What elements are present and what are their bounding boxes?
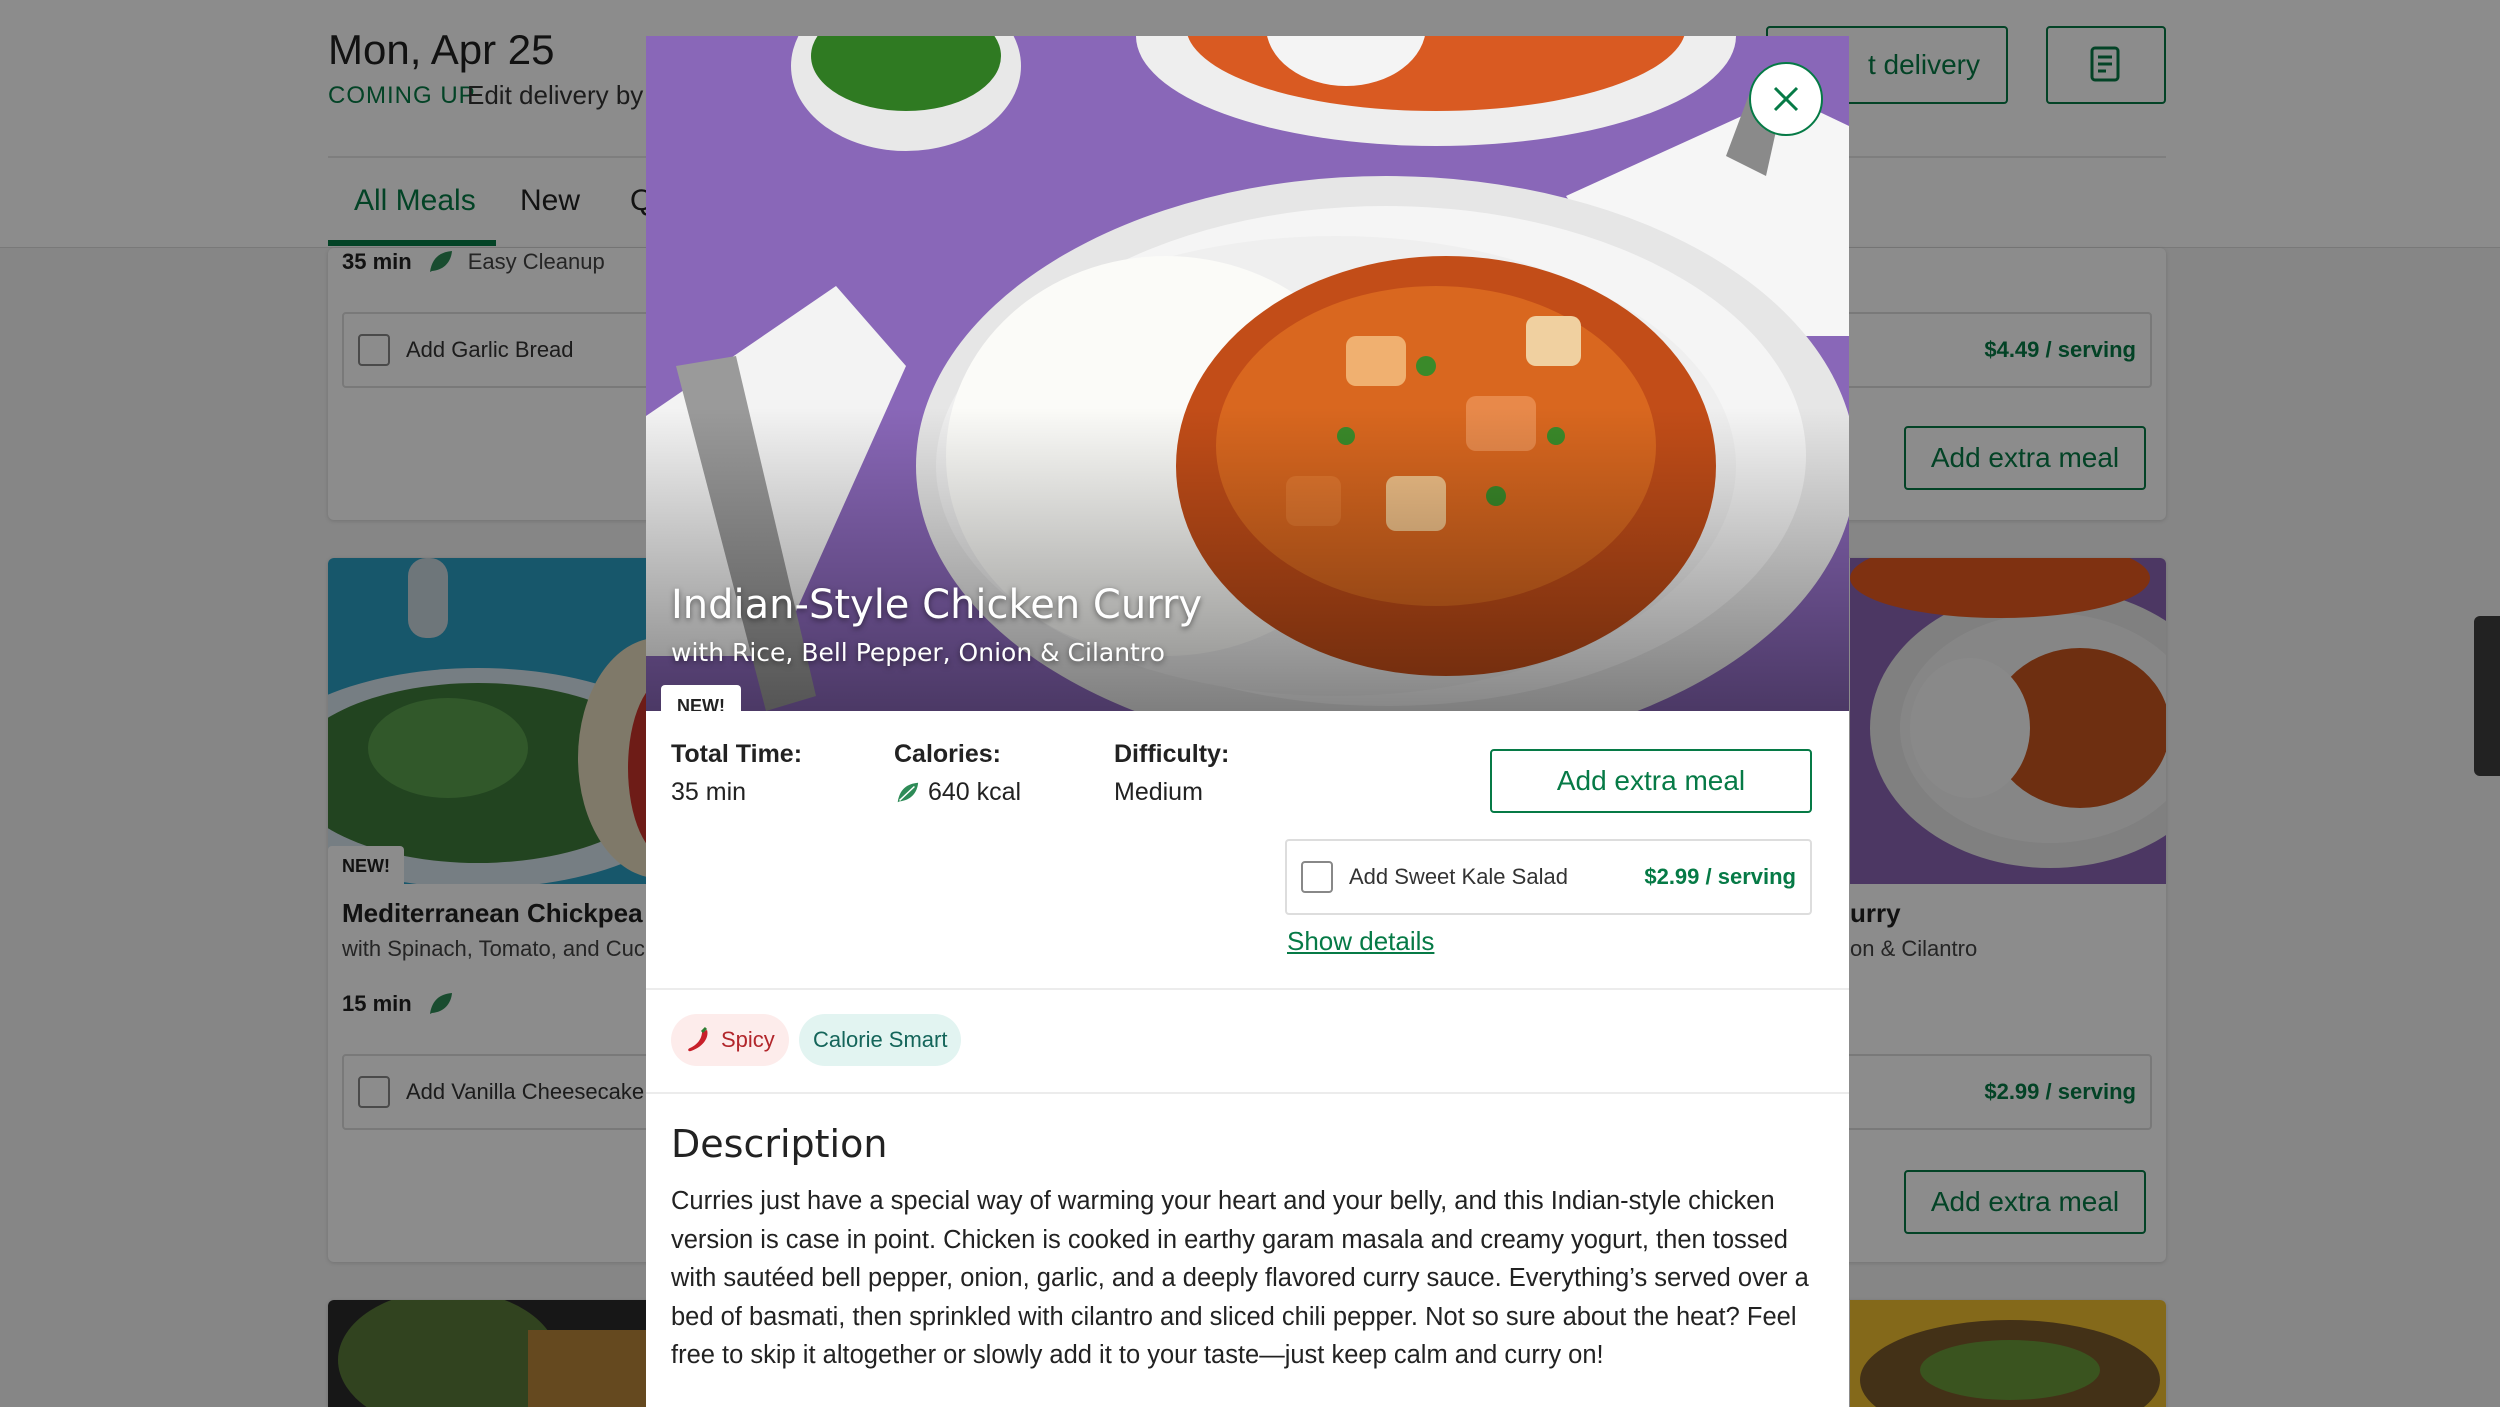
divider [646, 1092, 1849, 1094]
meal-hero-image: Indian-Style Chicken Curry with Rice, Be… [646, 36, 1849, 711]
difficulty-text: Medium [1114, 778, 1203, 806]
feedback-tab[interactable] [2474, 616, 2500, 776]
total-time-value: 35 min [671, 778, 746, 807]
close-icon [1773, 86, 1799, 112]
leaf-icon [897, 782, 919, 802]
addon-left: Add Sweet Kale Salad [1301, 861, 1568, 893]
addon-label: Add Sweet Kale Salad [1349, 864, 1568, 889]
addon-sweet-kale-salad[interactable]: Add Sweet Kale Salad $2.99 / serving [1285, 839, 1812, 915]
meal-title: Indian-Style Chicken Curry [671, 582, 1203, 628]
difficulty-value: Medium [1114, 778, 1203, 807]
description-text: Curries just have a special way of warmi… [671, 1187, 1809, 1369]
tag-calorie-smart: Calorie Smart [799, 1014, 962, 1066]
addon-price: $2.99 / serving [1644, 864, 1796, 889]
tag-spicy: Spicy [671, 1014, 789, 1066]
calories-text: 640 kcal [928, 778, 1022, 806]
meal-subtitle: with Rice, Bell Pepper, Onion & Cilantro [671, 638, 1165, 667]
add-extra-meal-button[interactable]: Add extra meal [1490, 749, 1812, 813]
total-time-text: 35 min [671, 778, 747, 806]
chili-pepper-icon [688, 1026, 708, 1052]
difficulty-label: Difficulty: [1114, 740, 1230, 768]
show-details-link[interactable]: Show details [1287, 926, 1434, 957]
calories-label: Calories: [894, 740, 1001, 768]
addon-checkbox[interactable] [1301, 861, 1333, 893]
new-badge: NEW! [661, 685, 741, 711]
close-button[interactable] [1749, 62, 1823, 136]
total-time-label: Total Time: [671, 740, 803, 768]
meal-detail-modal: Indian-Style Chicken Curry with Rice, Be… [646, 36, 1849, 1407]
tag-label: Spicy [721, 1027, 775, 1052]
description-heading: Description [671, 1122, 888, 1166]
tag-label: Calorie Smart [813, 1027, 948, 1052]
divider [646, 988, 1849, 990]
calories-value: 640 kcal [894, 778, 1021, 807]
